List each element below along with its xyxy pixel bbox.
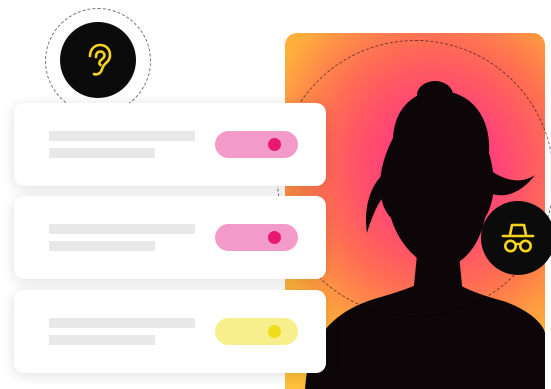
toggle-switch-2[interactable]: [215, 224, 298, 251]
placeholder-line: [49, 131, 195, 141]
placeholder-line: [49, 148, 155, 158]
ear-icon-badge: [60, 22, 136, 98]
incognito-icon-badge: [481, 201, 551, 275]
privacy-illustration: [0, 0, 551, 389]
setting-card-3: [14, 290, 326, 373]
toggle-knob: [268, 231, 281, 244]
toggle-knob: [268, 325, 281, 338]
incognito-spy-icon: [501, 223, 535, 253]
setting-card-1: [14, 103, 326, 186]
setting-card-2: [14, 196, 326, 279]
toggle-switch-1[interactable]: [215, 131, 298, 158]
placeholder-line: [49, 241, 155, 251]
ear-icon: [88, 43, 112, 76]
placeholder-line: [49, 318, 195, 328]
placeholder-line: [49, 224, 195, 234]
placeholder-line: [49, 335, 155, 345]
toggle-knob: [268, 138, 281, 151]
toggle-switch-3[interactable]: [215, 318, 298, 345]
